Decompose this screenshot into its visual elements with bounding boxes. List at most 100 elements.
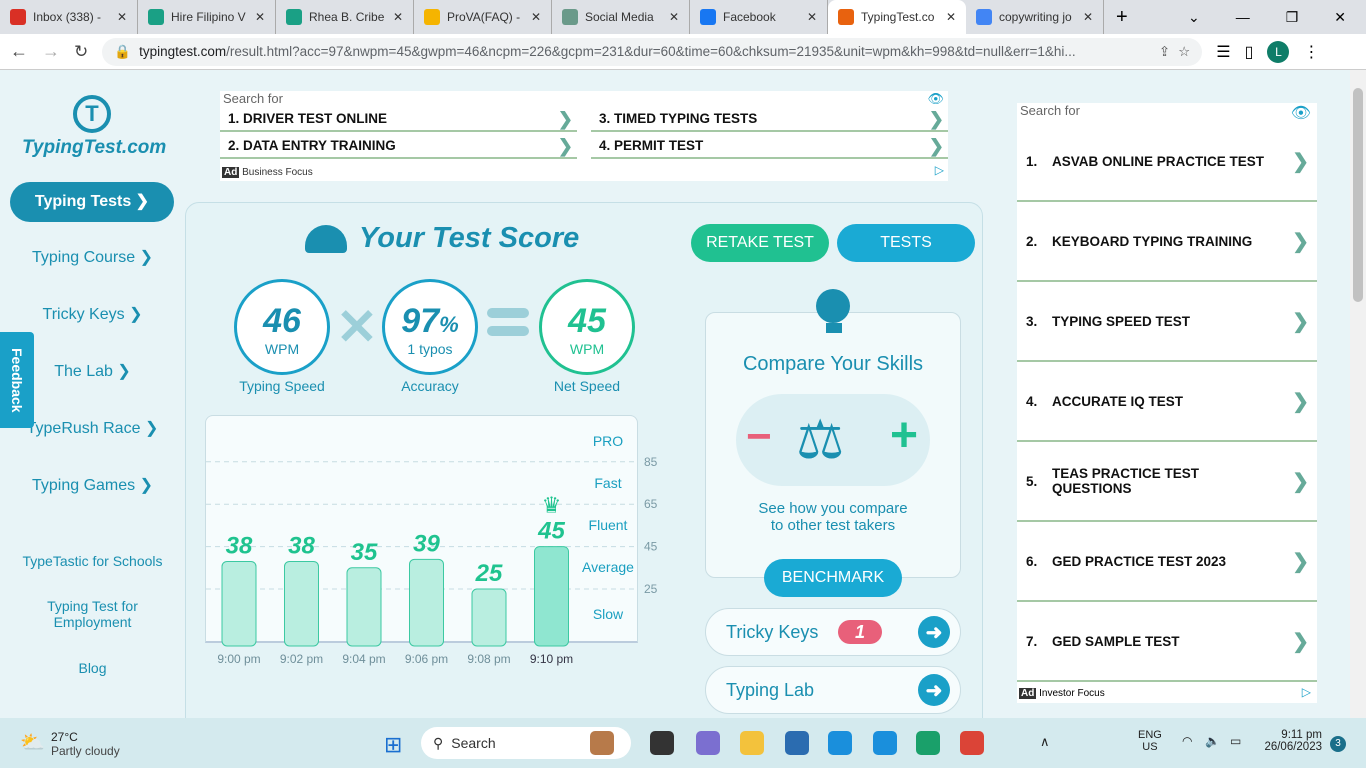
chevron-right-icon: ❯ (117, 363, 131, 380)
scrollbar[interactable] (1350, 70, 1366, 718)
url-domain: typingtest.com (139, 44, 227, 59)
tricky-keys-link[interactable]: Tricky Keys 1 ➜ (705, 608, 961, 656)
volume-icon[interactable]: 🔈 (1205, 734, 1220, 748)
browser-tab[interactable]: Facebook ✕ (690, 0, 828, 34)
ad-item[interactable]: 2. DATA ENTRY TRAINING ❯ (220, 135, 577, 159)
retake-test-button[interactable]: RETAKE TEST (691, 224, 829, 262)
compare-text: to other test takers (770, 517, 896, 534)
tab-favicon-icon (976, 9, 992, 25)
tab-favicon-icon (562, 9, 578, 25)
tests-button[interactable]: TESTS (837, 224, 975, 262)
close-tab-icon[interactable]: ✕ (255, 10, 265, 24)
close-tab-icon[interactable]: ✕ (117, 10, 127, 24)
typing-lab-link[interactable]: Typing Lab ➜ (705, 666, 961, 714)
sidebar-link[interactable]: Typing Test for Employment (0, 598, 185, 630)
task-view-icon[interactable] (650, 731, 674, 755)
profile-avatar[interactable]: L (1267, 40, 1290, 63)
ad-item[interactable]: 1. ASVAB ONLINE PRACTICE TEST ❯ (1017, 122, 1317, 202)
sidebar-link[interactable]: TypeTastic for Schools (0, 553, 185, 569)
accuracy-circle: 97% 1 typos (382, 279, 478, 375)
tab-title: ProVA(FAQ) - (447, 10, 521, 24)
new-tab-button[interactable]: + (1104, 6, 1140, 29)
search-icon: ⚲ (433, 734, 444, 751)
ad-item[interactable]: 2. KEYBOARD TYPING TRAINING ❯ (1017, 202, 1317, 282)
reload-icon[interactable]: ↻ (74, 42, 88, 62)
reading-list-icon[interactable]: ☰ (1216, 42, 1230, 62)
adchoices-icon[interactable]: ▷ (935, 163, 944, 177)
close-tab-icon[interactable]: ✕ (946, 10, 956, 24)
notification-badge[interactable]: 3 (1330, 736, 1346, 752)
ad-item[interactable]: 3. TYPING SPEED TEST ❯ (1017, 282, 1317, 362)
close-tab-icon[interactable]: ✕ (1083, 10, 1093, 24)
file-explorer-icon[interactable] (740, 731, 764, 755)
ad-item[interactable]: 4. PERMIT TEST ❯ (591, 135, 948, 159)
battery-icon[interactable]: ▭ (1230, 734, 1241, 748)
weather-widget[interactable]: 27°C Partly cloudy (51, 730, 120, 758)
teams-chat-icon[interactable] (696, 731, 720, 755)
store-icon[interactable] (785, 731, 809, 755)
tray-chevron-icon[interactable]: ∧ (1040, 734, 1050, 750)
close-tab-icon[interactable]: ✕ (669, 10, 679, 24)
forward-icon[interactable]: → (42, 41, 60, 62)
chevron-right-icon: ❯ (129, 306, 143, 323)
windows-start-icon[interactable]: ⊞ (384, 732, 402, 758)
myhp-icon[interactable] (828, 731, 852, 755)
arrow-right-icon[interactable]: ➜ (918, 616, 950, 648)
page-title: Your Test Score (305, 222, 579, 255)
adchoices-icon[interactable]: ▷ (1302, 685, 1311, 699)
ad-eye-icon[interactable]: 👁 (1291, 103, 1311, 123)
scrollbar-thumb[interactable] (1353, 88, 1363, 302)
net-speed-label: Net Speed (553, 378, 621, 394)
browser-tab[interactable]: Inbox (338) - ✕ (0, 0, 138, 34)
ad-item[interactable]: 1. DRIVER TEST ONLINE ❯ (220, 108, 577, 132)
url-input[interactable]: 🔒 typingtest.com/result.html?acc=97&nwpm… (102, 37, 1203, 66)
browser-tab[interactable]: Hire Filipino V ✕ (138, 0, 276, 34)
ad-item[interactable]: 3. TIMED TYPING TESTS ❯ (591, 108, 948, 132)
browser-tab[interactable]: ProVA(FAQ) - ✕ (414, 0, 552, 34)
tab-search-icon[interactable]: ⌄ (1188, 9, 1200, 26)
restore-icon[interactable]: ❐ (1286, 9, 1299, 26)
edge-icon[interactable] (916, 731, 940, 755)
browser-tab[interactable]: copywriting jo ✕ (966, 0, 1104, 34)
tab-title: Hire Filipino V (171, 10, 246, 24)
ad-item[interactable]: 5. TEAS PRACTICE TEST QUESTIONS ❯ (1017, 442, 1317, 522)
arrow-right-icon[interactable]: ➜ (918, 674, 950, 706)
ad-byline: Ad Investor Focus (1019, 688, 1105, 699)
sidebar-item[interactable]: Tricky Keys ❯ (0, 305, 185, 325)
file-explorer-thumb-icon[interactable] (590, 731, 614, 755)
sidebar-item[interactable]: Typing Course ❯ (0, 248, 185, 268)
chrome-icon[interactable] (960, 731, 984, 755)
help-icon[interactable] (873, 731, 897, 755)
minimize-icon[interactable]: — (1236, 9, 1250, 26)
close-tab-icon[interactable]: ✕ (393, 10, 403, 24)
wifi-icon[interactable]: ◠ (1182, 734, 1192, 748)
browser-tab[interactable]: TypingTest.co ✕ (828, 0, 966, 34)
clock[interactable]: 9:11 pm 26/06/2023 (1258, 729, 1322, 753)
close-tab-icon[interactable]: ✕ (531, 10, 541, 24)
back-icon[interactable]: ← (10, 41, 28, 62)
close-tab-icon[interactable]: ✕ (807, 10, 817, 24)
logo-text: TypingTest.com (22, 137, 167, 158)
ad-eye-icon[interactable]: 👁 (927, 91, 944, 107)
ad-item[interactable]: 6. GED PRACTICE TEST 2023 ❯ (1017, 522, 1317, 602)
ad-search-for: Search for (1020, 103, 1080, 118)
side-ad: Search for 👁 Ad Investor Focus ▷ 1. ASVAB… (1017, 103, 1317, 703)
browser-tab[interactable]: Social Media ✕ (552, 0, 690, 34)
bookmark-star-icon[interactable]: ☆ (1178, 44, 1190, 60)
sidebar-link[interactable]: Blog (0, 660, 185, 676)
ad-item[interactable]: 7. GED SAMPLE TEST ❯ (1017, 602, 1317, 682)
sidebar-item[interactable]: Typing Tests ❯ (10, 182, 174, 222)
compare-text: See how you compare (758, 500, 908, 517)
feedback-tab[interactable]: Feedback (0, 332, 34, 428)
ad-item[interactable]: 4. ACCURATE IQ TEST ❯ (1017, 362, 1317, 442)
side-panel-icon[interactable]: ▯ (1245, 42, 1254, 62)
browser-tab[interactable]: Rhea B. Cribe ✕ (276, 0, 414, 34)
benchmark-button[interactable]: BENCHMARK (764, 559, 902, 597)
language-indicator[interactable]: ENG US (1138, 729, 1162, 753)
typingtest-logo[interactable]: T TypingTest.com (22, 95, 167, 159)
share-icon[interactable]: ⇪ (1159, 44, 1170, 60)
close-window-icon[interactable]: ✕ (1334, 9, 1346, 26)
sidebar-item[interactable]: Typing Games ❯ (0, 476, 185, 496)
menu-icon[interactable]: ⋮ (1303, 42, 1319, 62)
weather-icon[interactable]: ⛅ (20, 730, 45, 755)
